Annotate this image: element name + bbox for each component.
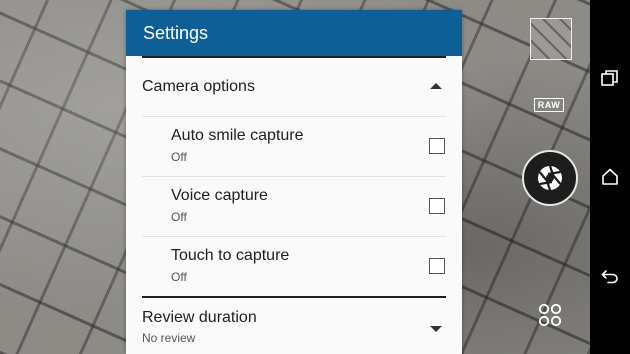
voice-capture-checkbox[interactable]	[429, 198, 445, 214]
option-label: Voice capture	[171, 187, 268, 204]
review-duration-setting[interactable]: Review duration No review	[126, 298, 462, 354]
camera-modes-button[interactable]	[538, 303, 562, 327]
option-status: Off	[171, 150, 187, 164]
shutter-button[interactable]	[522, 150, 578, 206]
chevron-down-icon	[430, 326, 442, 332]
camera-options-title: Camera options	[142, 78, 255, 95]
review-duration-label: Review duration	[142, 309, 257, 326]
settings-header: Settings	[126, 10, 462, 56]
camera-options-header[interactable]: Camera options	[126, 58, 462, 116]
settings-title: Settings	[143, 22, 209, 43]
option-touch-to-capture[interactable]: Touch to capture Off	[126, 237, 462, 296]
option-auto-smile-capture[interactable]: Auto smile capture Off	[126, 117, 462, 176]
back-button[interactable]	[598, 264, 622, 288]
chevron-up-icon	[430, 83, 442, 89]
settings-panel: Settings Camera options Auto smile captu…	[126, 10, 462, 354]
option-status: Off	[171, 270, 187, 284]
gallery-thumbnail[interactable]	[530, 18, 572, 60]
navigation-bar	[590, 0, 630, 354]
review-duration-value: No review	[142, 331, 196, 345]
auto-smile-checkbox[interactable]	[429, 138, 445, 154]
option-label: Auto smile capture	[171, 127, 304, 144]
option-status: Off	[171, 210, 187, 224]
camera-app: RAW Settings Camera options Auto smile c…	[0, 0, 630, 354]
home-icon	[602, 168, 618, 185]
home-button[interactable]	[598, 165, 622, 189]
aperture-icon	[538, 165, 562, 191]
raw-badge[interactable]: RAW	[534, 98, 564, 112]
option-label: Touch to capture	[171, 247, 290, 264]
option-voice-capture[interactable]: Voice capture Off	[126, 177, 462, 236]
recent-apps-button[interactable]	[598, 66, 622, 90]
back-icon	[601, 270, 618, 284]
mode-grid-icon	[538, 303, 562, 327]
touch-to-capture-checkbox[interactable]	[429, 258, 445, 274]
recent-apps-icon	[601, 70, 618, 86]
